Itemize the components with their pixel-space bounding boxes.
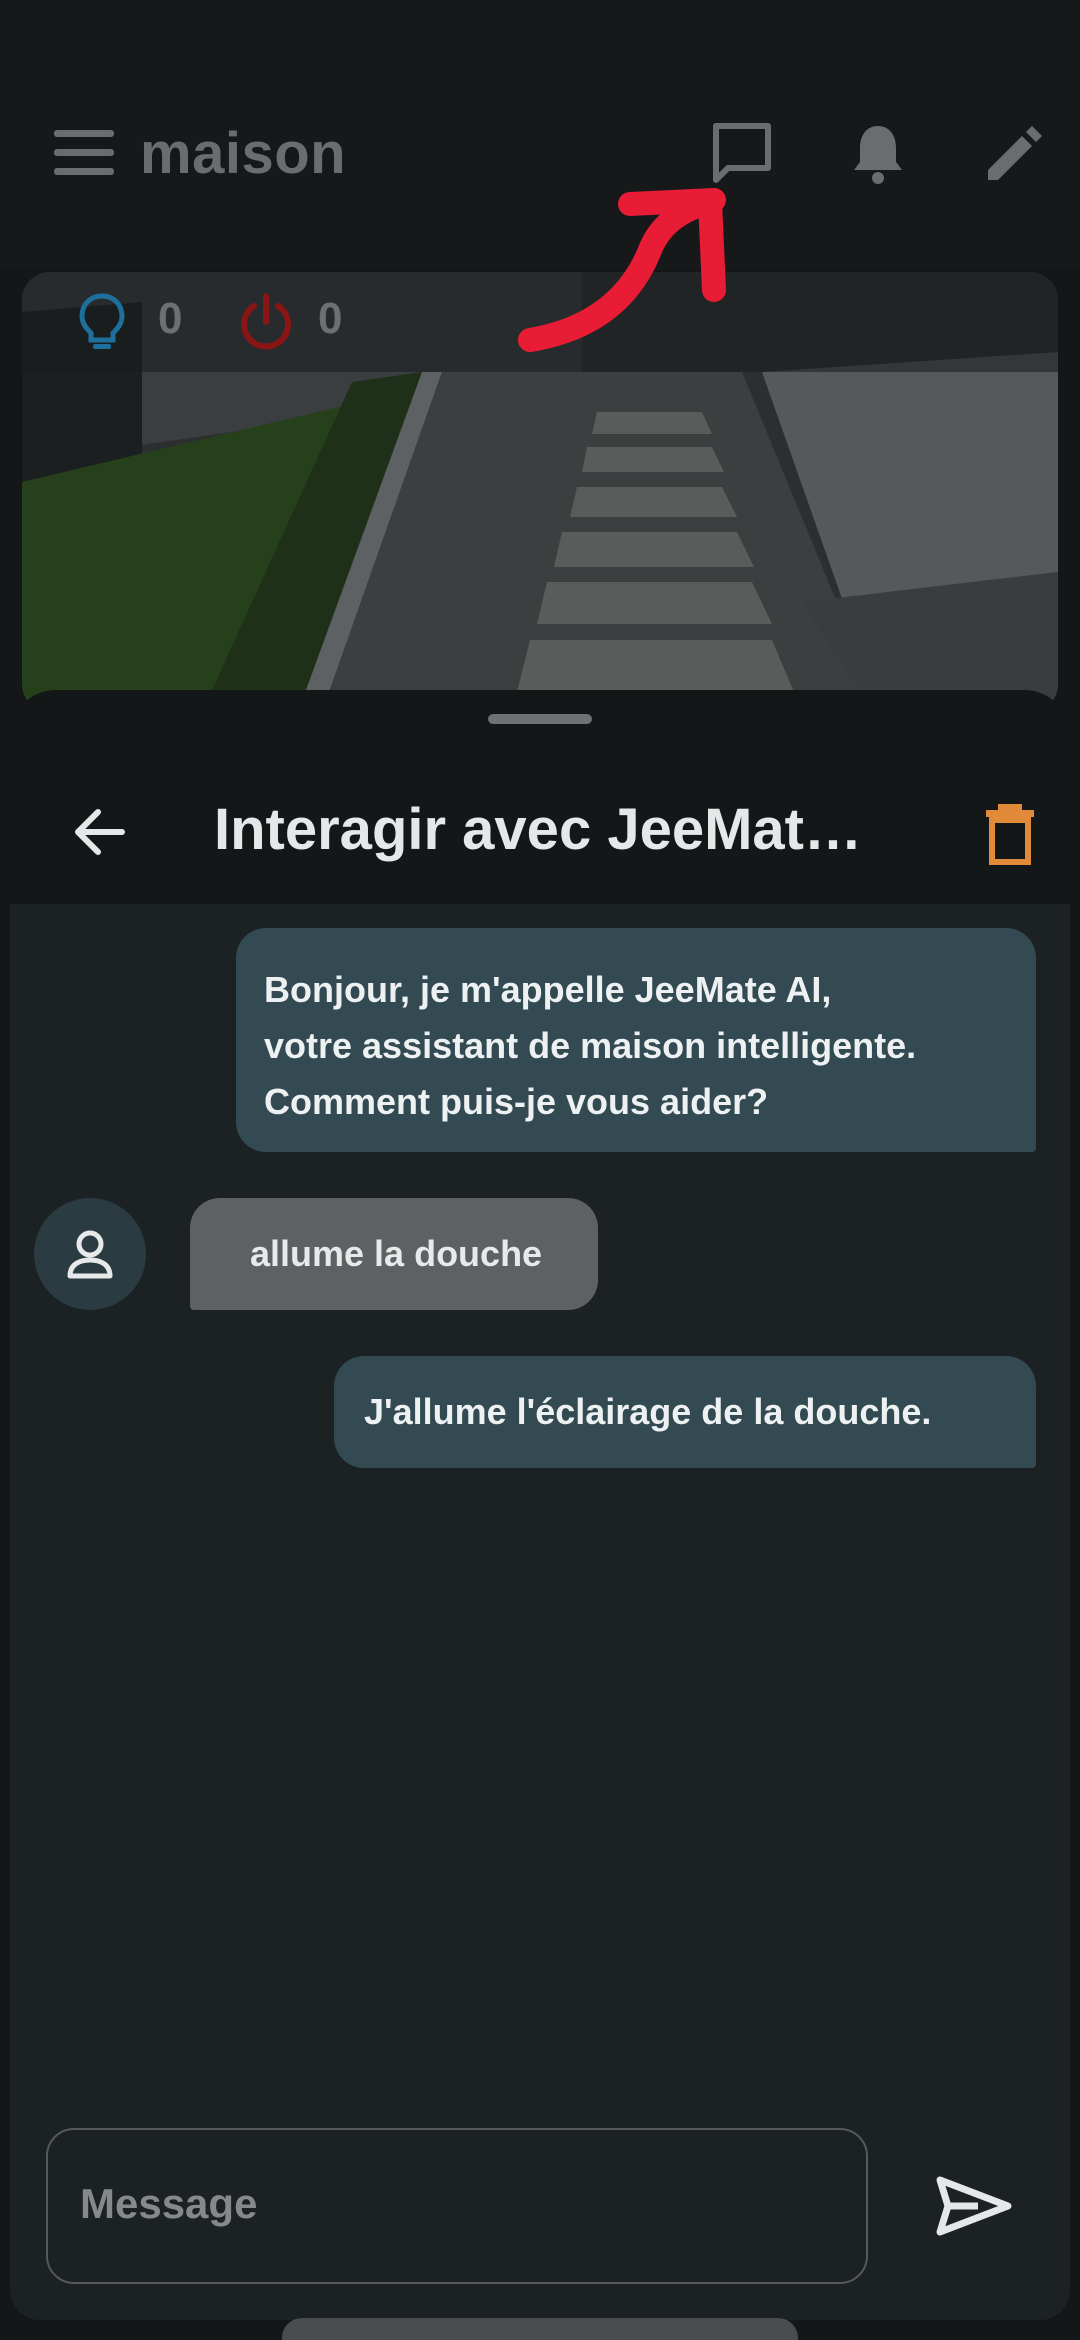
sheet-title: Interagir avec JeeMate AI bbox=[214, 797, 894, 862]
message-input[interactable]: Message bbox=[46, 2128, 868, 2284]
send-icon[interactable] bbox=[928, 2160, 1020, 2252]
lightbulb-icon bbox=[70, 290, 134, 354]
lights-on-count: 0 bbox=[158, 294, 183, 343]
menu-icon[interactable] bbox=[50, 118, 120, 188]
pencil-icon[interactable] bbox=[976, 118, 1048, 190]
user-message: allume la douche bbox=[190, 1198, 598, 1310]
power-on-count: 0 bbox=[318, 294, 343, 343]
assistant-message: J'allume l'éclairage de la douche. bbox=[334, 1356, 1036, 1468]
person-icon bbox=[67, 1230, 113, 1279]
chat-sheet: Interagir avec JeeMate AI Bonjour, je m'… bbox=[10, 690, 1070, 2320]
app-title: maison bbox=[140, 121, 347, 186]
avatar bbox=[34, 1198, 146, 1310]
annotation-arrow bbox=[500, 170, 740, 370]
back-arrow-icon[interactable] bbox=[58, 790, 142, 874]
navigation-handle[interactable] bbox=[282, 2318, 798, 2340]
message-placeholder: Message bbox=[80, 2180, 258, 2227]
bell-icon[interactable] bbox=[842, 118, 914, 190]
screen: maison 0 0 Interagir avec JeeMate AI Bon… bbox=[0, 0, 1080, 2340]
power-icon bbox=[234, 290, 298, 354]
drag-handle[interactable] bbox=[488, 714, 592, 724]
sheet-header: Interagir avec JeeMate AI bbox=[10, 690, 1070, 904]
assistant-message: Bonjour, je m'appelle JeeMate AI, votre … bbox=[236, 928, 1036, 1152]
delete-icon[interactable] bbox=[968, 790, 1052, 874]
